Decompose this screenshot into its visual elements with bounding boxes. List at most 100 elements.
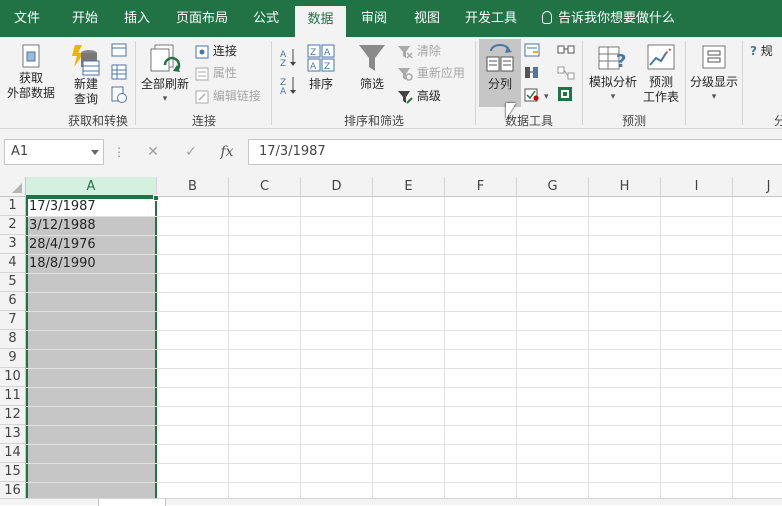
row-header[interactable]: 6 [0, 292, 26, 311]
help-partial-button[interactable]: ? 规 [750, 41, 773, 61]
formula-input[interactable]: 17/3/1987 [248, 139, 782, 165]
text-to-columns-button[interactable]: 分列 [479, 43, 521, 92]
help-partial-label: 规 [760, 44, 773, 58]
row-header[interactable]: 5 [0, 273, 26, 292]
new-query-button[interactable]: 新建 查询 [64, 43, 108, 107]
enter-button[interactable]: ✓ [178, 139, 204, 165]
tab-developer[interactable]: 开发工具 [457, 0, 525, 37]
column-header-c[interactable]: C [229, 177, 301, 197]
row-header[interactable]: 14 [0, 444, 26, 463]
gridline [26, 406, 782, 407]
column-header-i[interactable]: I [661, 177, 733, 197]
row-header[interactable]: 1 [0, 197, 26, 216]
svg-text:?: ? [616, 51, 626, 72]
cell-a4[interactable]: 18/8/1990 [27, 254, 156, 273]
row-header[interactable]: 10 [0, 368, 26, 387]
refresh-icon [150, 44, 181, 72]
gridline [660, 197, 661, 498]
filter-button[interactable]: 筛选 [352, 43, 392, 92]
fill-handle[interactable] [153, 195, 159, 201]
row-header[interactable]: 11 [0, 387, 26, 406]
query-small-icons [111, 43, 127, 103]
tab-view[interactable]: 视图 [402, 0, 452, 37]
connections-label: 连接 [212, 44, 237, 58]
get-external-data-button[interactable]: 获取 外部数据 [2, 43, 60, 101]
row-header[interactable]: 2 [0, 216, 26, 235]
cancel-button[interactable]: ✕ [140, 139, 166, 165]
group-separator [742, 41, 743, 125]
what-if-analysis-icon: ? [598, 46, 626, 72]
reapply-label: 重新应用 [416, 66, 465, 80]
gridline [732, 197, 733, 498]
row-header[interactable]: 15 [0, 463, 26, 482]
properties-button[interactable]: 属性 [195, 63, 237, 83]
worksheet-grid[interactable]: A B C D E F G H I J 1 2 3 4 5 6 7 8 9 10… [0, 177, 782, 498]
tab-page-layout[interactable]: 页面布局 [167, 0, 237, 37]
row-header[interactable]: 12 [0, 406, 26, 425]
help-question-icon: ? [750, 44, 757, 58]
tell-me-box[interactable]: 告诉我你想要做什么 [542, 0, 675, 37]
what-if-analysis-button[interactable]: ? 模拟分析 ▾ [586, 43, 640, 105]
row-header[interactable]: 16 [0, 482, 26, 498]
clear-filter-icon [398, 45, 413, 59]
advanced-filter-icon [398, 90, 413, 104]
tab-home[interactable]: 开始 [58, 0, 112, 37]
reapply-button[interactable]: 重新应用 [397, 63, 465, 83]
insert-function-button[interactable]: fx [214, 139, 240, 165]
group-label-sort-filter: 排序和筛选 [343, 114, 404, 128]
row-header[interactable]: 13 [0, 425, 26, 444]
connections-button[interactable]: 连接 [195, 41, 237, 61]
tell-me-label: 告诉我你想要做什么 [558, 11, 676, 26]
select-all-button[interactable] [0, 177, 26, 197]
row-header[interactable]: 3 [0, 235, 26, 254]
cell-a2[interactable]: 3/12/1988 [27, 216, 156, 235]
column-header-e[interactable]: E [373, 177, 445, 197]
column-header-d[interactable]: D [301, 177, 373, 197]
new-query-line2: 查询 [73, 92, 98, 106]
column-header-b[interactable]: B [157, 177, 229, 197]
reapply-icon [398, 67, 413, 81]
sort-button[interactable]: Z A A Z 排序 [302, 43, 340, 92]
sort-az-icons: AZ ZA [280, 49, 296, 97]
refresh-all-label: 全部刷新 [140, 77, 189, 91]
group-separator [582, 41, 583, 125]
gridline [26, 463, 782, 464]
name-box[interactable]: A1 [4, 139, 104, 165]
tab-data[interactable]: 数据 [295, 6, 346, 37]
mouse-pointer-icon [506, 103, 516, 119]
row-header[interactable]: 9 [0, 349, 26, 368]
gridline [26, 425, 782, 426]
ribbon-tab-bar: 文件 开始 插入 页面布局 公式 数据 审阅 视图 开发工具 告诉我你想要做什么 [0, 0, 782, 37]
row-header[interactable]: 7 [0, 311, 26, 330]
column-header-h[interactable]: H [589, 177, 661, 197]
outline-icon [702, 45, 726, 69]
advanced-filter-button[interactable]: 高级 [397, 86, 441, 106]
tab-file[interactable]: 文件 [0, 0, 54, 37]
row-header[interactable]: 8 [0, 330, 26, 349]
lightbulb-icon [542, 11, 552, 24]
row-header[interactable]: 4 [0, 254, 26, 273]
clear-filter-button[interactable]: 清除 [397, 41, 441, 61]
column-header-a[interactable]: A [26, 177, 157, 197]
tab-insert[interactable]: 插入 [112, 0, 162, 37]
refresh-all-button[interactable]: 全部刷新 ▾ [139, 43, 191, 107]
outline-button[interactable]: 分级显示 ▾ [688, 43, 740, 105]
column-header-g[interactable]: G [517, 177, 589, 197]
text-to-columns-icon [486, 44, 514, 72]
data-ribbon: 获取 外部数据 新建 查询 获取和转换 全部刷新 ▾ 连接 属性 编辑链接 连接… [0, 37, 782, 129]
svg-text:A: A [310, 62, 317, 72]
what-if-dropdown-icon: ▾ [610, 92, 616, 102]
tab-formulas[interactable]: 公式 [241, 0, 291, 37]
cell-a1[interactable]: 17/3/1987 [27, 197, 156, 216]
column-header-j[interactable]: J [733, 177, 782, 197]
edit-links-button[interactable]: 编辑链接 [195, 86, 261, 106]
gridline [26, 368, 782, 369]
gridline [228, 197, 229, 498]
tab-review[interactable]: 审阅 [349, 0, 399, 37]
column-header-f[interactable]: F [445, 177, 517, 197]
properties-icon [195, 67, 209, 80]
cell-a3[interactable]: 28/4/1976 [27, 235, 156, 254]
gridline [588, 197, 589, 498]
gridline [26, 444, 782, 445]
forecast-sheet-button[interactable]: 预测 工作表 [640, 43, 682, 105]
